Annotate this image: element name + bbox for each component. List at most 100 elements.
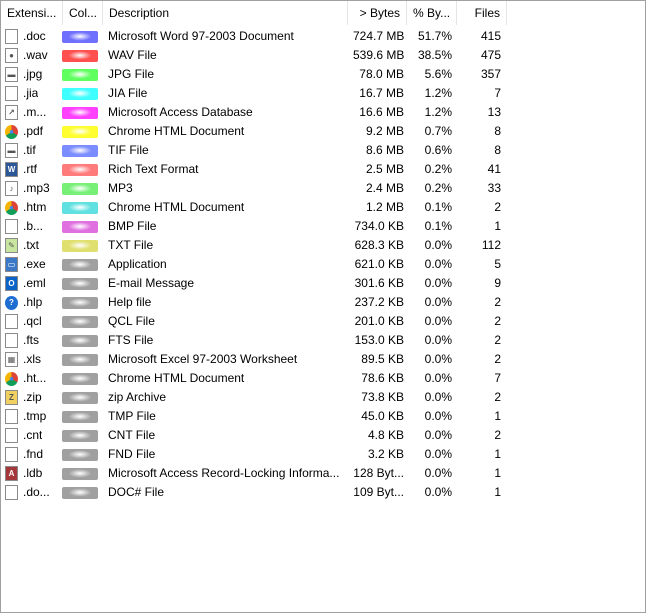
extension-cell: Z .zip — [1, 388, 60, 407]
percent-cell: 0.2% — [424, 181, 452, 195]
table-row[interactable]: .doc Microsoft Word 97-2003 Document 724.7… — [1, 27, 507, 46]
generic-file-icon — [5, 428, 18, 443]
generic-file-icon — [5, 409, 18, 424]
table-row[interactable]: ▦ .xls Microsoft Excel 97-2003 Worksheet 89… — [1, 350, 507, 369]
table-row[interactable]: W .rtf Rich Text Format 2.5 MB 0.2% 41 — [1, 160, 507, 179]
bytes-cell: 109 Byt... — [353, 485, 404, 499]
audio-file-icon: ♪ — [5, 181, 18, 196]
extension-label: .zip — [23, 390, 42, 404]
color-swatch — [62, 391, 98, 404]
table-row[interactable]: ▬ .jpg JPG File 78.0 MB 5.6% 357 — [1, 65, 507, 84]
color-cell — [60, 407, 103, 426]
extension-cell: ● .wav — [1, 46, 60, 65]
percent-cell: 0.0% — [424, 238, 452, 252]
bytes-cell: 539.6 MB — [353, 48, 405, 62]
table-row[interactable]: ▬ .tif TIF File 8.6 MB 0.6% 8 — [1, 141, 507, 160]
description-cell: JPG File — [108, 67, 155, 81]
table-row[interactable]: .cnt CNT File 4.8 KB 0.0% 2 — [1, 426, 507, 445]
table-row[interactable]: ↗ .m... Microsoft Access Database 16.6 MB 1.… — [1, 103, 507, 122]
description-cell: Microsoft Word 97-2003 Document — [108, 29, 294, 43]
extension-cell: .tmp — [1, 407, 60, 426]
percent-cell: 0.0% — [424, 352, 452, 366]
files-cell: 2 — [494, 333, 501, 347]
table-row[interactable]: ● .ht... Chrome HTML Document 78.6 KB 0.0% 7 — [1, 369, 507, 388]
color-cell — [60, 369, 103, 388]
description-cell: Help file — [108, 295, 152, 309]
bytes-cell: 16.7 MB — [359, 86, 404, 100]
percent-cell: 0.7% — [424, 124, 452, 138]
column-header-files[interactable]: Files — [457, 1, 507, 25]
table-row[interactable]: ● .htm Chrome HTML Document 1.2 MB 0.1% 2 — [1, 198, 507, 217]
table-row[interactable]: .do... DOC# File 109 Byt... 0.0% 1 — [1, 483, 507, 502]
color-cell — [60, 464, 103, 483]
bytes-cell: 73.8 KB — [361, 390, 404, 404]
table-row[interactable]: .jia JIA File 16.7 MB 1.2% 7 — [1, 84, 507, 103]
bytes-cell: 153.0 KB — [354, 333, 404, 347]
extension-label: .jia — [23, 86, 39, 100]
color-cell — [60, 331, 103, 350]
table-row[interactable]: Z .zip zip Archive 73.8 KB 0.0% 2 — [1, 388, 507, 407]
color-cell — [60, 312, 103, 331]
extension-cell: ● .ht... — [1, 369, 60, 388]
color-cell — [60, 236, 103, 255]
color-swatch — [62, 353, 98, 366]
table-row[interactable]: ✎ .txt TXT File 628.3 KB 0.0% 112 — [1, 236, 507, 255]
files-cell: 2 — [494, 352, 501, 366]
table-row[interactable]: ♪ .mp3 MP3 2.4 MB 0.2% 33 — [1, 179, 507, 198]
bytes-cell: 16.6 MB — [359, 105, 404, 119]
files-cell: 2 — [494, 428, 501, 442]
extension-cell: ♪ .mp3 — [1, 179, 60, 198]
extension-label: .hlp — [23, 295, 43, 309]
description-cell: E-mail Message — [108, 276, 195, 290]
bytes-cell: 201.0 KB — [354, 314, 404, 328]
extension-cell: A .ldb — [1, 464, 60, 483]
bytes-cell: 1.2 MB — [365, 200, 404, 214]
table-row[interactable]: A .ldb Microsoft Access Record-Locking Inf… — [1, 464, 507, 483]
column-header-bytes[interactable]: > Bytes — [348, 1, 407, 25]
table-row[interactable]: .qcl QCL File 201.0 KB 0.0% 2 — [1, 312, 507, 331]
files-cell: 475 — [480, 48, 501, 62]
extension-label: .mp3 — [23, 181, 50, 195]
files-cell: 1 — [494, 485, 501, 499]
description-cell: Microsoft Access Record-Locking Informa.… — [108, 466, 340, 480]
column-header-extension[interactable]: Extensi... — [1, 1, 63, 25]
table-row[interactable]: ● .pdf Chrome HTML Document 9.2 MB 0.7% 8 — [1, 122, 507, 141]
table-row[interactable]: .fts FTS File 153.0 KB 0.0% 2 — [1, 331, 507, 350]
files-cell: 9 — [494, 276, 501, 290]
zip-icon: Z — [5, 390, 18, 405]
extension-label: .xls — [23, 352, 41, 366]
color-swatch — [62, 30, 98, 43]
extension-cell: W .rtf — [1, 160, 60, 179]
bytes-cell: 78.6 KB — [361, 371, 404, 385]
extension-label: .rtf — [23, 162, 37, 176]
color-swatch — [62, 315, 98, 328]
color-cell — [60, 65, 103, 84]
bytes-cell: 2.4 MB — [365, 181, 404, 195]
table-row[interactable]: ? .hlp Help file 237.2 KB 0.0% 2 — [1, 293, 507, 312]
percent-cell: 0.0% — [424, 428, 452, 442]
column-header-color[interactable]: Col... — [63, 1, 103, 25]
files-cell: 33 — [487, 181, 501, 195]
extension-label: .do... — [23, 485, 50, 499]
column-header-percent[interactable]: % By... — [407, 1, 457, 25]
bytes-cell: 128 Byt... — [353, 466, 404, 480]
color-cell — [60, 179, 103, 198]
percent-cell: 0.0% — [424, 409, 452, 423]
table-row[interactable]: ● .wav WAV File 539.6 MB 38.5% 475 — [1, 46, 507, 65]
table-row[interactable]: .tmp TMP File 45.0 KB 0.0% 1 — [1, 407, 507, 426]
table-row[interactable]: ▭ .exe Application 621.0 KB 0.0% 5 — [1, 255, 507, 274]
files-cell: 415 — [480, 29, 501, 43]
extension-label: .jpg — [23, 67, 43, 81]
files-cell: 357 — [480, 67, 501, 81]
table-row[interactable]: .b... BMP File 734.0 KB 0.1% 1 — [1, 217, 507, 236]
description-cell: Microsoft Access Database — [108, 105, 253, 119]
percent-cell: 0.0% — [424, 333, 452, 347]
table-row[interactable]: O .eml E-mail Message 301.6 KB 0.0% 9 — [1, 274, 507, 293]
column-header-description[interactable]: Description — [103, 1, 348, 25]
description-cell: TMP File — [108, 409, 156, 423]
extension-label: .m... — [23, 105, 47, 119]
description-cell: Microsoft Excel 97-2003 Worksheet — [108, 352, 298, 366]
image-file-icon: ▬ — [5, 143, 18, 158]
generic-file-icon — [5, 314, 18, 329]
table-row[interactable]: .fnd FND File 3.2 KB 0.0% 1 — [1, 445, 507, 464]
